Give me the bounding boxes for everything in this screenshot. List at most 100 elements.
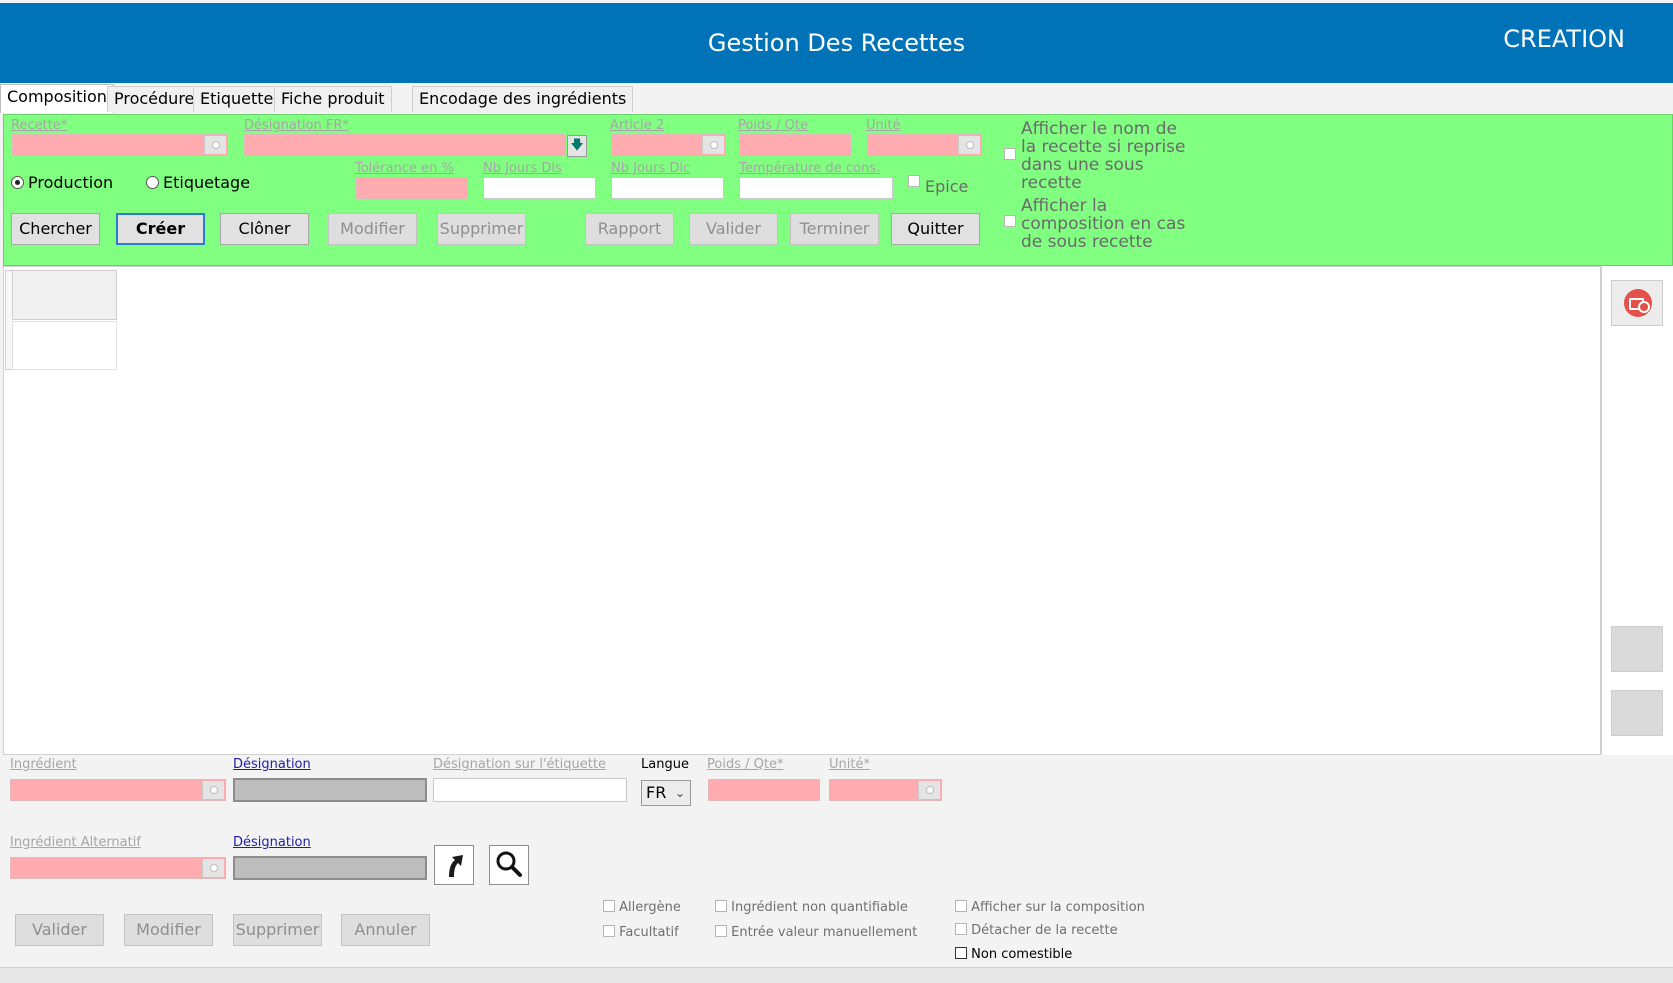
non-quantifiable-option[interactable]: Ingrédient non quantifiable: [715, 900, 908, 915]
alt-designation-link[interactable]: Désignation: [233, 835, 311, 850]
ingredient-unite-lookup-button[interactable]: [918, 781, 940, 799]
ingredient-poids-qte-field[interactable]: [708, 779, 820, 801]
nb-jours-dlc-label: Nb Jours Dlc: [611, 161, 691, 176]
quitter-button[interactable]: Quitter: [891, 213, 980, 245]
detacher-option[interactable]: Détacher de la recette: [955, 923, 1118, 938]
radio-etiquetage[interactable]: Etiquetage: [146, 173, 250, 192]
search-report-button[interactable]: [1611, 280, 1663, 326]
grid-header-cell[interactable]: [12, 270, 117, 320]
temperature-label: Température de cons.: [739, 161, 881, 176]
allergene-option[interactable]: Allergène: [603, 900, 681, 915]
designation-fr-field[interactable]: 🡇: [244, 134, 587, 157]
langue-value: FR: [646, 783, 667, 802]
modifier-button[interactable]: Modifier: [328, 213, 417, 245]
tab-bar: Composition Procédure Etiquette Fiche pr…: [0, 84, 1673, 114]
entree-manuelle-label: Entrée valeur manuellement: [731, 925, 918, 940]
allergene-label: Allergène: [619, 900, 681, 915]
poids-qte-field[interactable]: [739, 134, 851, 156]
article2-field[interactable]: [611, 134, 726, 156]
ingredient-valider-button[interactable]: Valider: [15, 914, 104, 946]
epice-label: Epice: [925, 177, 969, 196]
radio-etiquetage-indicator: [146, 176, 159, 189]
afficher-nom-recette-label: Afficher le nom de la recette si reprise…: [1021, 119, 1186, 193]
poids-qte-label: Poids / Qte: [738, 118, 808, 133]
article2-label: Article 2: [610, 118, 665, 133]
mode-indicator: CREATION: [1503, 25, 1625, 53]
detacher-checkbox[interactable]: [955, 923, 967, 935]
unite-label: Unité: [866, 118, 901, 133]
tab-procedure[interactable]: Procédure: [107, 86, 202, 112]
chercher-button[interactable]: Chercher: [11, 213, 100, 245]
non-comestible-checkbox[interactable]: [955, 947, 967, 959]
article2-lookup-button[interactable]: [702, 136, 724, 154]
designation-etiquette-field[interactable]: [433, 778, 627, 802]
cloner-button[interactable]: Clôner: [220, 213, 309, 245]
designation-link[interactable]: Désignation: [233, 757, 311, 772]
unite-lookup-button[interactable]: [958, 136, 980, 154]
radio-etiquetage-label: Etiquetage: [163, 173, 251, 192]
detacher-label: Détacher de la recette: [971, 923, 1118, 938]
ingredient-alternatif-lookup-button[interactable]: [202, 859, 224, 877]
ingredient-alternatif-field[interactable]: [10, 857, 226, 879]
non-comestible-option[interactable]: Non comestible: [955, 947, 1072, 962]
app-header: Gestion Des Recettes CREATION: [0, 3, 1673, 83]
ingredient-label: Ingrédient: [10, 757, 77, 772]
tab-etiquette[interactable]: Etiquette: [193, 86, 281, 112]
facultatif-label: Facultatif: [619, 925, 679, 940]
langue-select[interactable]: FR ⌄: [641, 780, 691, 806]
search-icon: [496, 851, 522, 877]
ingredient-modifier-button[interactable]: Modifier: [124, 914, 213, 946]
entree-manuelle-checkbox[interactable]: [715, 925, 727, 937]
search-button[interactable]: [489, 845, 529, 885]
recette-field[interactable]: [12, 134, 228, 156]
ingredient-alternatif-label: Ingrédient Alternatif: [10, 835, 141, 850]
valider-button[interactable]: Valider: [689, 213, 778, 245]
tolerance-field[interactable]: [356, 177, 468, 199]
facultatif-checkbox[interactable]: [603, 925, 615, 937]
rapport-button[interactable]: Rapport: [585, 213, 674, 245]
recette-lookup-button[interactable]: [204, 136, 226, 154]
ingredient-annuler-button[interactable]: Annuler: [341, 914, 430, 946]
swap-up-button[interactable]: [434, 845, 474, 885]
temperature-field[interactable]: [739, 177, 893, 199]
terminer-button[interactable]: Terminer: [790, 213, 879, 245]
supprimer-button[interactable]: Supprimer: [437, 213, 526, 245]
ingredient-designation-field: [233, 778, 427, 802]
entree-manuelle-option[interactable]: Entrée valeur manuellement: [715, 925, 917, 940]
tab-fiche-produit[interactable]: Fiche produit: [274, 86, 392, 112]
ingredient-supprimer-button[interactable]: Supprimer: [233, 914, 322, 946]
facultatif-option[interactable]: Facultatif: [603, 925, 679, 940]
afficher-composition-sous-recette-checkbox[interactable]: [1004, 215, 1016, 227]
recipe-form-panel: Recette* Désignation FR* Article 2 Poids…: [3, 114, 1673, 266]
creer-button[interactable]: Créer: [116, 213, 205, 245]
move-down-button[interactable]: [1611, 690, 1663, 736]
designation-etiquette-label: Désignation sur l'étiquette: [433, 757, 606, 772]
ingredient-unite-field[interactable]: [829, 779, 942, 801]
designation-fr-label: Désignation FR*: [244, 118, 349, 133]
afficher-composition-sous-recette-label: Afficher la composition en cas de sous r…: [1021, 196, 1186, 252]
tab-encodage-ingredients[interactable]: Encodage des ingrédients: [412, 86, 634, 112]
ingredient-unite-label: Unité*: [829, 757, 870, 772]
page-title: Gestion Des Recettes: [707, 29, 966, 57]
non-comestible-label: Non comestible: [971, 947, 1073, 962]
afficher-composition-checkbox[interactable]: [955, 900, 967, 912]
ingredient-lookup-button[interactable]: [202, 781, 224, 799]
arrow-down-icon[interactable]: 🡇: [567, 135, 587, 157]
unite-field[interactable]: [867, 134, 982, 156]
grid-cell[interactable]: [12, 321, 117, 370]
afficher-composition-label: Afficher sur la composition: [971, 900, 1145, 915]
chevron-down-icon: ⌄: [674, 786, 685, 800]
nb-jours-dls-field[interactable]: [483, 177, 596, 199]
non-quantifiable-checkbox[interactable]: [715, 900, 727, 912]
move-up-button[interactable]: [1611, 626, 1663, 672]
alt-designation-field: [233, 856, 427, 880]
afficher-composition-option[interactable]: Afficher sur la composition: [955, 900, 1145, 915]
afficher-nom-recette-checkbox[interactable]: [1004, 148, 1016, 160]
radio-production[interactable]: Production: [11, 173, 113, 192]
nb-jours-dlc-field[interactable]: [611, 177, 724, 199]
langue-label: Langue: [641, 757, 689, 772]
epice-checkbox[interactable]: [908, 175, 920, 187]
ingredient-field[interactable]: [10, 779, 226, 801]
tab-composition[interactable]: Composition: [0, 84, 114, 113]
allergene-checkbox[interactable]: [603, 900, 615, 912]
